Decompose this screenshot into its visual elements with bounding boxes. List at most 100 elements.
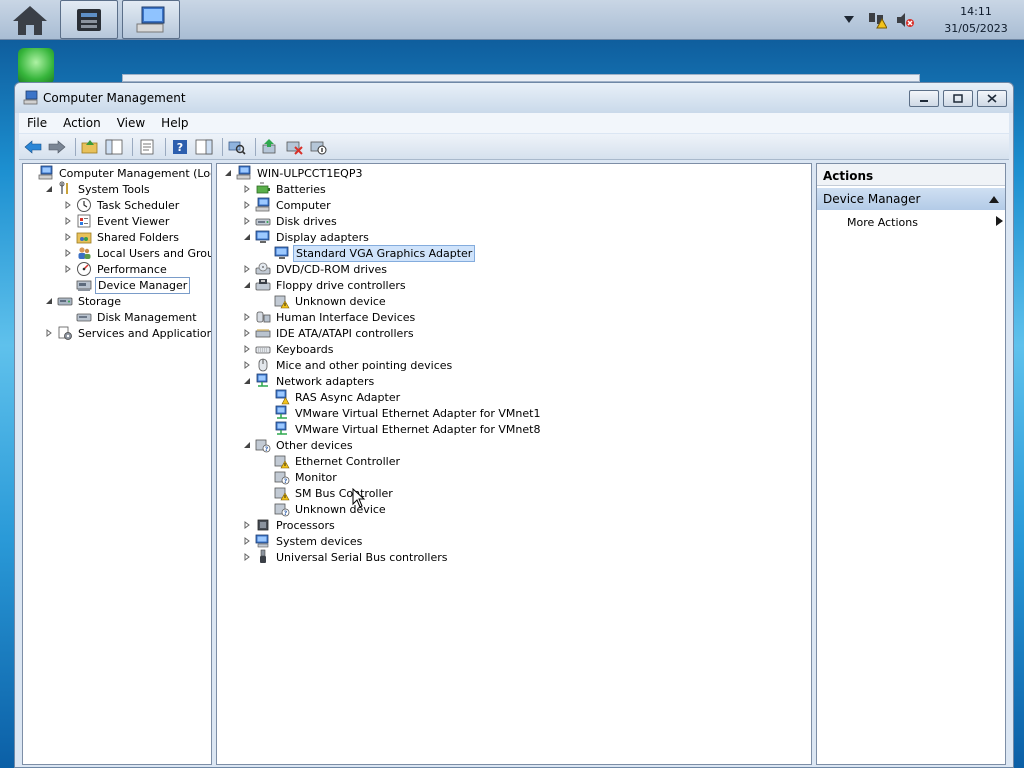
help-button[interactable]: ? — [170, 137, 190, 157]
device-tree-item-processors[interactable]: Processors — [242, 517, 337, 533]
device-tree-item-batteries[interactable]: Batteries — [242, 181, 328, 197]
device-tree-item-unknown-device[interactable]: Unknown device — [261, 293, 388, 309]
expanded-arrow-icon[interactable] — [242, 232, 252, 242]
console-tree-item-computer-management-local[interactable]: Computer Management (Local) — [25, 165, 211, 181]
device-tree-item-universal-serial-bus-controllers[interactable]: Universal Serial Bus controllers — [242, 549, 449, 565]
collapsed-arrow-icon[interactable] — [63, 200, 73, 210]
uninstall-device-button[interactable] — [284, 137, 304, 157]
device-tree-item-vmware-virtual-ethernet-adapter-for-vmnet1[interactable]: VMware Virtual Ethernet Adapter for VMne… — [261, 405, 542, 421]
device-tree-item-human-interface-devices[interactable]: Human Interface Devices — [242, 309, 417, 325]
device-tree-item-vmware-virtual-ethernet-adapter-for-vmnet8[interactable]: VMware Virtual Ethernet Adapter for VMne… — [261, 421, 542, 437]
device-tree-item-system-devices[interactable]: System devices — [242, 533, 364, 549]
device-tree-item-display-adapters[interactable]: Display adapters — [242, 229, 371, 245]
menu-help[interactable]: Help — [153, 116, 196, 130]
show-hide-console-tree-button[interactable] — [104, 137, 124, 157]
show-hidden-icons-button[interactable] — [838, 9, 860, 31]
scan-hardware-button[interactable] — [227, 137, 247, 157]
expanded-arrow-icon[interactable] — [223, 168, 233, 178]
collapsed-arrow-icon[interactable] — [242, 200, 252, 210]
tree-item-label: Task Scheduler — [97, 198, 180, 212]
volume-tray-icon[interactable] — [894, 9, 916, 31]
forward-button[interactable] — [47, 137, 67, 157]
device-tree-item-monitor[interactable]: ? Monitor — [261, 469, 339, 485]
update-driver-button[interactable] — [260, 137, 280, 157]
console-tree-item-performance[interactable]: Performance — [63, 261, 169, 277]
console-tree-item-shared-folders[interactable]: Shared Folders — [63, 229, 181, 245]
expanded-arrow-icon[interactable] — [242, 280, 252, 290]
collapsed-arrow-icon[interactable] — [242, 312, 252, 322]
tree-item-label: Services and Applications — [78, 326, 212, 340]
device-tree-item-other-devices[interactable]: ? Other devices — [242, 437, 355, 453]
device-tree-item-dvd-cd-rom-drives[interactable]: DVD/CD-ROM drives — [242, 261, 389, 277]
menu-view[interactable]: View — [109, 116, 153, 130]
action-pane-icon — [195, 139, 213, 154]
console-tree-item-device-manager[interactable]: Device Manager — [63, 276, 191, 294]
up-one-level-button[interactable] — [80, 137, 100, 157]
network-tray-icon[interactable] — [866, 9, 888, 31]
unknown-device-icon: ? — [255, 437, 271, 453]
device-tree-item-ras-async-adapter[interactable]: RAS Async Adapter — [261, 389, 402, 405]
console-tree-item-services-and-applications[interactable]: Services and Applications — [44, 325, 212, 341]
expanded-arrow-icon[interactable] — [242, 440, 252, 450]
recycle-bin-icon[interactable] — [18, 48, 54, 84]
expanded-arrow-icon[interactable] — [242, 376, 252, 386]
console-tree-item-task-scheduler[interactable]: Task Scheduler — [63, 197, 181, 213]
clock-icon — [76, 197, 92, 213]
console-tree-item-system-tools[interactable]: System Tools — [44, 181, 152, 197]
taskbar-app-2[interactable] — [122, 0, 180, 39]
maximize-button[interactable] — [943, 90, 973, 107]
home-button[interactable] — [2, 0, 58, 39]
title-bar[interactable]: Computer Management — [15, 83, 1013, 113]
console-tree-item-storage[interactable]: Storage — [44, 293, 123, 309]
collapsed-arrow-icon[interactable] — [44, 328, 54, 338]
expanded-arrow-icon[interactable] — [44, 296, 54, 306]
device-tree-item-mice-and-other-pointing-devices[interactable]: Mice and other pointing devices — [242, 357, 454, 373]
minimize-button[interactable] — [909, 90, 939, 107]
device-tree-item-computer[interactable]: Computer — [242, 197, 333, 213]
disk-drive-icon — [255, 213, 271, 229]
collapsed-arrow-icon[interactable] — [242, 360, 252, 370]
ide-icon — [255, 325, 271, 341]
collapsed-arrow-icon[interactable] — [242, 344, 252, 354]
taskbar-app-1[interactable] — [60, 0, 118, 39]
collapsed-arrow-icon[interactable] — [242, 264, 252, 274]
device-tree-item-network-adapters[interactable]: Network adapters — [242, 373, 376, 389]
back-button[interactable] — [23, 137, 43, 157]
device-tree-item-ethernet-controller[interactable]: Ethernet Controller — [261, 453, 402, 469]
menu-action[interactable]: Action — [55, 116, 109, 130]
device-tree-item-standard-vga-graphics-adapter[interactable]: Standard VGA Graphics Adapter — [261, 244, 476, 262]
clock[interactable]: 14:11 31/05/2023 — [928, 3, 1024, 37]
close-button[interactable] — [977, 90, 1007, 107]
console-tree-item-disk-management[interactable]: Disk Management — [63, 309, 199, 325]
device-tree-item-disk-drives[interactable]: Disk drives — [242, 213, 339, 229]
collapsed-arrow-icon[interactable] — [242, 328, 252, 338]
expanded-arrow-icon[interactable] — [44, 184, 54, 194]
actions-section-device-manager[interactable]: Device Manager — [817, 188, 1005, 210]
device-tree-item-unknown-device[interactable]: ? Unknown device — [261, 501, 388, 517]
device-tree-item-floppy-drive-controllers[interactable]: Floppy drive controllers — [242, 277, 408, 293]
console-tree-item-event-viewer[interactable]: Event Viewer — [63, 213, 171, 229]
disable-device-button[interactable] — [308, 137, 328, 157]
collapsed-arrow-icon[interactable] — [242, 520, 252, 530]
collapsed-arrow-icon[interactable] — [242, 536, 252, 546]
show-hide-action-pane-button[interactable] — [194, 137, 214, 157]
device-tree-item-keyboards[interactable]: Keyboards — [242, 341, 335, 357]
help-icon: ? — [173, 139, 187, 154]
device-tree-item-win-ulpcct1eqp3[interactable]: WIN-ULPCCT1EQP3 — [223, 165, 364, 181]
collapsed-arrow-icon[interactable] — [63, 232, 73, 242]
collapsed-arrow-icon[interactable] — [63, 216, 73, 226]
device-tree-item-sm-bus-controller[interactable]: SM Bus Controller — [261, 485, 395, 501]
collapsed-arrow-icon[interactable] — [63, 264, 73, 274]
collapsed-arrow-icon[interactable] — [242, 552, 252, 562]
collapsed-arrow-icon[interactable] — [242, 216, 252, 226]
more-actions-item[interactable]: More Actions — [847, 216, 1003, 229]
console-tree-item-local-users-and-groups[interactable]: Local Users and Groups — [63, 245, 211, 261]
window-title: Computer Management — [43, 91, 186, 105]
menu-bar: File Action View Help — [19, 113, 1009, 133]
properties-button[interactable] — [137, 137, 157, 157]
background-window — [122, 74, 920, 82]
menu-file[interactable]: File — [19, 116, 55, 130]
collapsed-arrow-icon[interactable] — [242, 184, 252, 194]
device-tree-item-ide-ata-atapi-controllers[interactable]: IDE ATA/ATAPI controllers — [242, 325, 416, 341]
collapsed-arrow-icon[interactable] — [63, 248, 73, 258]
